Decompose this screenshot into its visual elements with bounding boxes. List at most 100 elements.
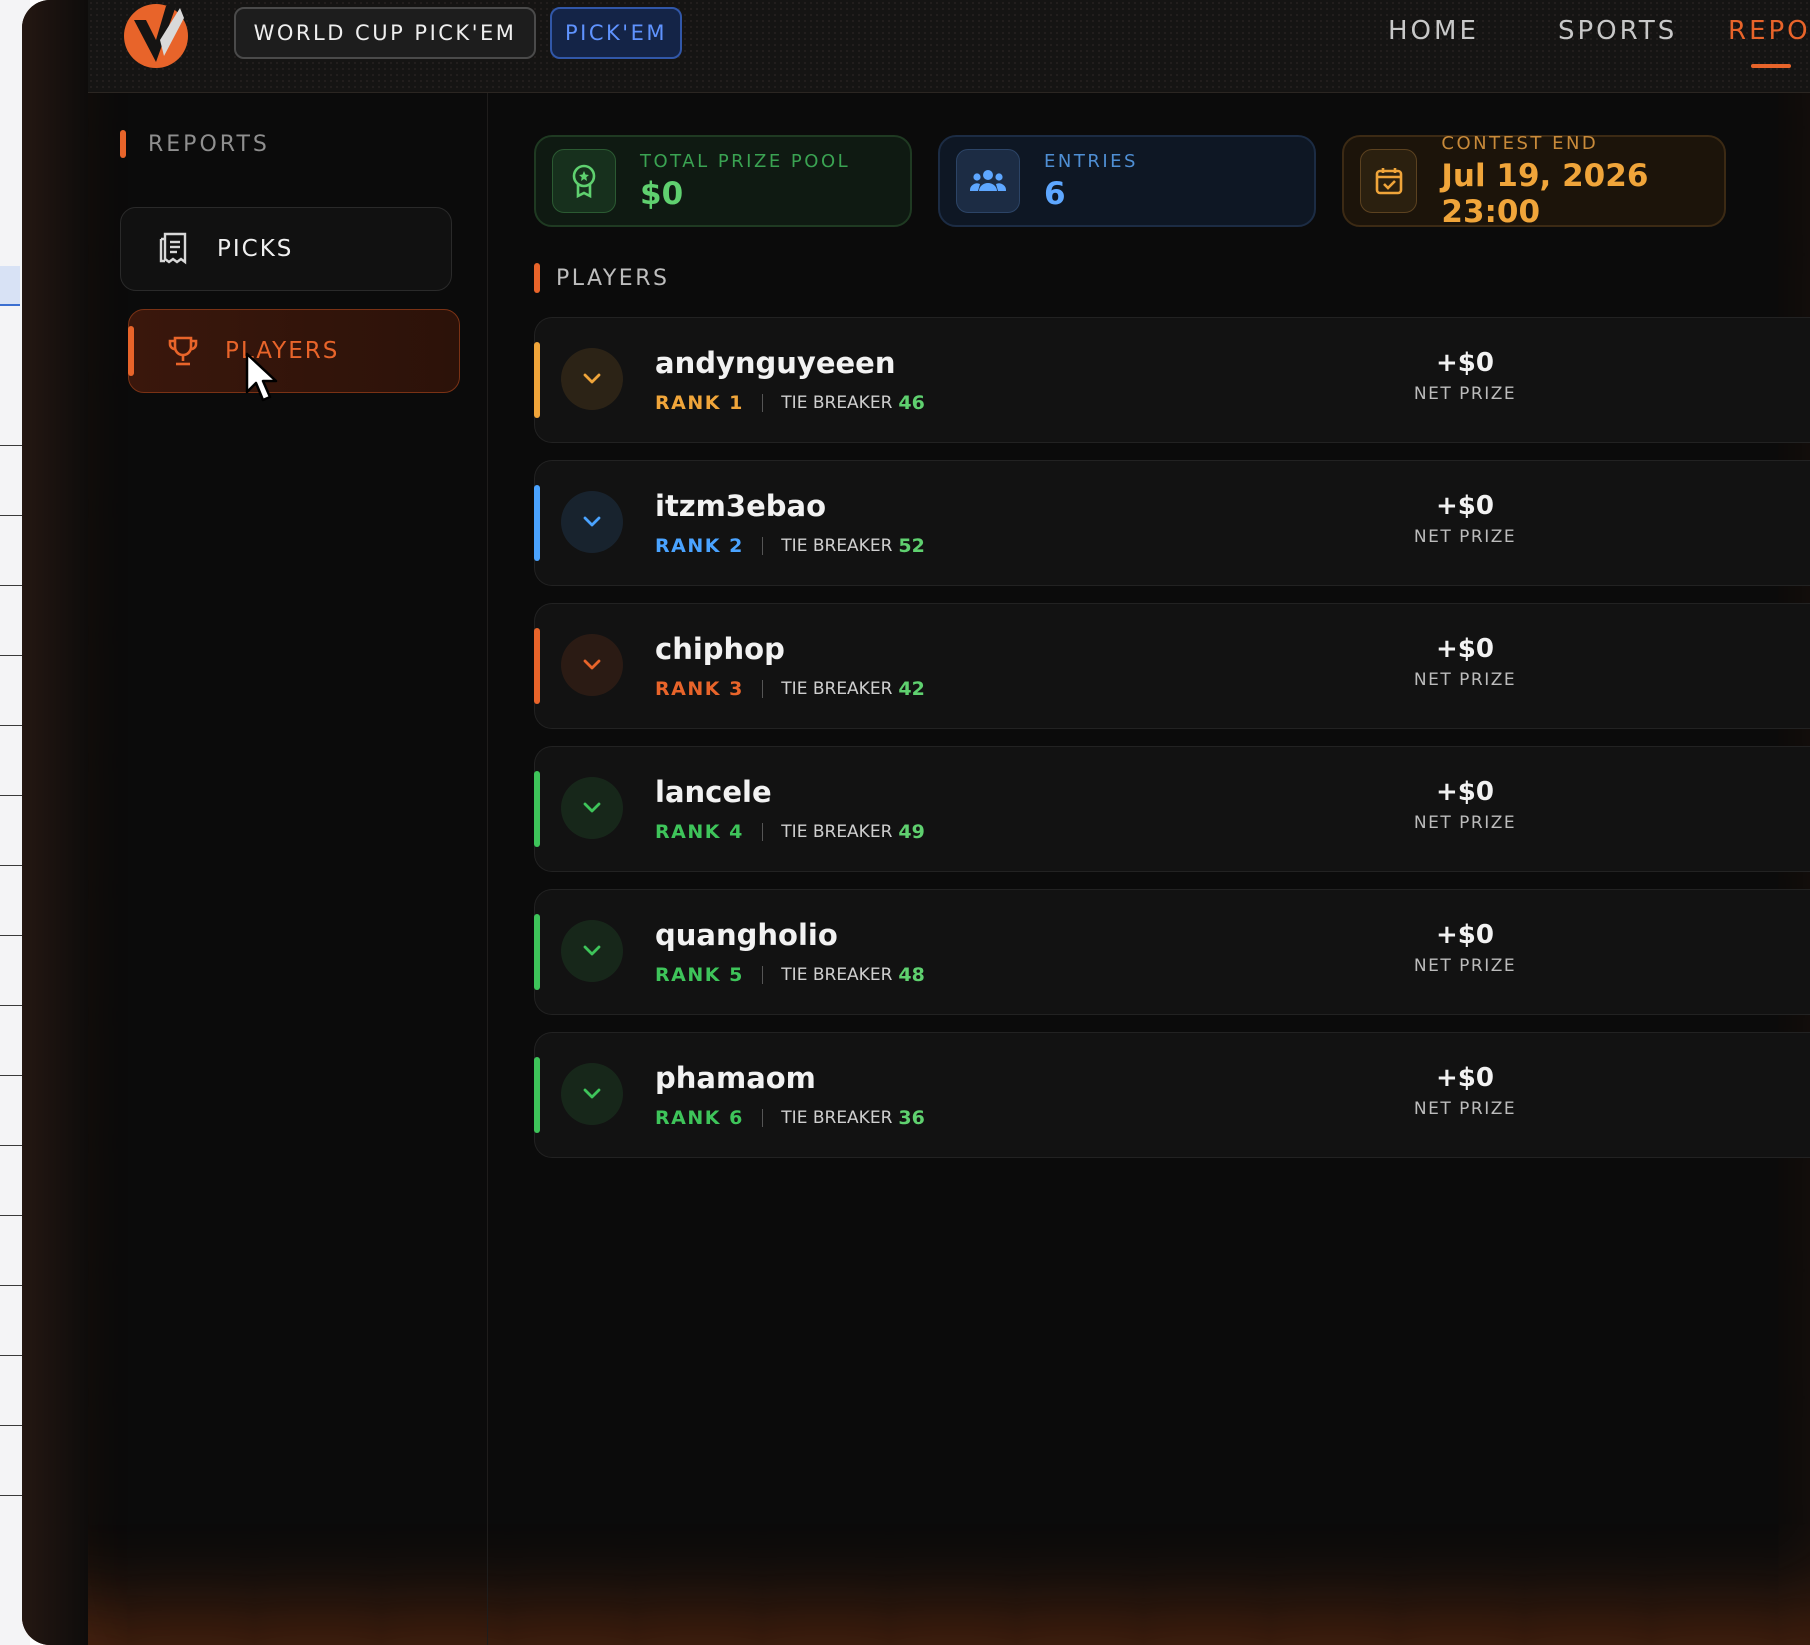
chevron-down-icon [583,802,601,813]
rank-accent-bar [534,1057,540,1133]
meta-separator [761,537,764,555]
heading-accent-bar [534,263,540,293]
nav-home[interactable]: HOME [1388,16,1479,46]
expand-row-button[interactable] [561,920,623,982]
player-list: andynguyeeen RANK 1 TIE BREAKER 46 +$0 NET PR… [534,317,1810,1175]
rank-accent-bar [534,342,540,418]
net-prize-block: +$0 NET PRIZE [1395,920,1535,976]
meta-separator [761,394,764,412]
entries-card: ENTRIES 6 [938,135,1316,227]
background-divider [0,515,22,516]
window-edge [22,0,88,1645]
main-content: TOTAL PRIZE POOL $0 ENTRIES 6 CONTEST EN… [512,93,1810,1645]
prize-pool-card: TOTAL PRIZE POOL $0 [534,135,912,227]
player-row[interactable]: phamaom RANK 6 TIE BREAKER 36 +$0 NET PRIZE [534,1032,1810,1158]
expand-row-button[interactable] [561,1063,623,1125]
background-divider [0,585,22,586]
tie-breaker-label: TIE BREAKER [781,679,893,699]
net-prize-value: +$0 [1436,348,1494,378]
net-prize-block: +$0 NET PRIZE [1395,491,1535,547]
nav-sports[interactable]: SPORTS [1558,16,1677,46]
expand-row-button[interactable] [561,348,623,410]
nav-reports[interactable]: REPORT [1728,16,1810,46]
logo[interactable] [120,0,192,70]
net-prize-value: +$0 [1436,1063,1494,1093]
chevron-down-icon [583,516,601,527]
contest-title-chip[interactable]: WORLD CUP PICK'EM [234,7,536,59]
calendar-check-icon [1360,149,1418,213]
active-item-accent [128,326,134,376]
pickem-mode-chip[interactable]: PICK'EM [550,7,682,59]
player-row[interactable]: quangholio RANK 5 TIE BREAKER 48 +$0 NET PRIZ… [534,889,1810,1015]
tie-breaker-value: 52 [898,535,925,557]
background-divider [0,1215,22,1216]
rank-accent-bar [534,485,540,561]
player-row[interactable]: lancele RANK 4 TIE BREAKER 49 +$0 NET PRIZE [534,746,1810,872]
tie-breaker-value: 42 [898,678,925,700]
player-rank: RANK 4 [655,821,744,843]
background-divider [0,1425,22,1426]
app-window: WORLD CUP PICK'EM PICK'EM HOME SPORTS RE… [22,0,1810,1645]
net-prize-block: +$0 NET PRIZE [1395,1063,1535,1119]
net-prize-value: +$0 [1436,491,1494,521]
meta-separator [761,1109,764,1127]
player-row[interactable]: andynguyeeen RANK 1 TIE BREAKER 46 +$0 NET PR… [534,317,1810,443]
background-divider [0,725,22,726]
sidebar-item-picks[interactable]: PICKS [120,207,452,291]
prize-pool-label: TOTAL PRIZE POOL [640,150,851,172]
sidebar-item-players[interactable]: PLAYERS [128,309,460,393]
player-row[interactable]: chiphop RANK 3 TIE BREAKER 42 +$0 NET PRIZE [534,603,1810,729]
prize-pool-value: $0 [640,175,684,212]
net-prize-value: +$0 [1436,777,1494,807]
tie-breaker-label: TIE BREAKER [781,536,893,556]
background-divider [0,1285,22,1286]
sidebar: REPORTS PICKS PLAYERS [88,93,488,1645]
player-name: andynguyeeen [655,346,896,380]
player-name: phamaom [655,1061,816,1095]
contest-end-label: CONTEST END [1441,132,1599,154]
player-meta: RANK 5 TIE BREAKER 48 [655,964,925,986]
rank-accent-bar [534,771,540,847]
active-nav-indicator [1751,64,1791,68]
player-rank: RANK 3 [655,678,744,700]
background-divider [0,1005,22,1006]
receipt-icon [157,231,193,267]
net-prize-block: +$0 NET PRIZE [1395,348,1535,404]
tie-breaker-value: 49 [898,821,925,843]
tie-breaker-value: 48 [898,964,925,986]
net-prize-label: NET PRIZE [1413,813,1517,833]
chevron-down-icon [583,945,601,956]
rank-accent-bar [534,628,540,704]
trophy-icon [165,333,201,369]
net-prize-value: +$0 [1436,634,1494,664]
chevron-down-icon [583,1088,601,1099]
expand-row-button[interactable] [561,777,623,839]
chevron-down-icon [583,659,601,670]
contest-end-value: Jul 19, 2026 23:00 [1441,157,1649,230]
net-prize-label: NET PRIZE [1413,1099,1517,1119]
chevron-down-icon [583,373,601,384]
player-meta: RANK 2 TIE BREAKER 52 [655,535,925,557]
brand-logo-icon [124,4,188,68]
player-rank: RANK 2 [655,535,744,557]
players-section-heading: PLAYERS [534,263,669,293]
net-prize-block: +$0 NET PRIZE [1395,777,1535,833]
net-prize-label: NET PRIZE [1413,384,1517,404]
mouse-cursor-icon [245,352,278,402]
player-name: itzm3ebao [655,489,826,523]
player-rank: RANK 6 [655,1107,744,1129]
entries-label: ENTRIES [1044,150,1138,172]
background-divider [0,865,22,866]
expand-row-button[interactable] [561,634,623,696]
player-row[interactable]: itzm3ebao RANK 2 TIE BREAKER 52 +$0 NET PRIZE [534,460,1810,586]
background-divider [0,1355,22,1356]
background-tab [0,266,20,306]
player-rank: RANK 1 [655,392,744,414]
tie-breaker-value: 36 [898,1107,925,1129]
top-nav: WORLD CUP PICK'EM PICK'EM HOME SPORTS RE… [88,0,1810,93]
rank-accent-bar [534,914,540,990]
expand-row-button[interactable] [561,491,623,553]
tie-breaker-label: TIE BREAKER [781,965,893,985]
award-icon [552,149,616,213]
background-divider [0,795,22,796]
